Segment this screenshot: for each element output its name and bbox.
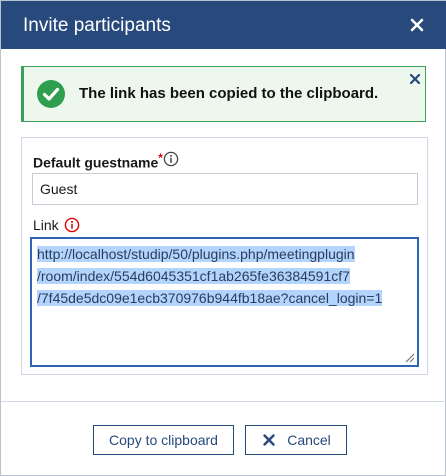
dialog-title: Invite participants — [23, 15, 171, 36]
copy-to-clipboard-button[interactable]: Copy to clipboard — [93, 425, 234, 455]
cancel-button[interactable]: Cancel — [245, 425, 347, 455]
link-line-1: http://localhost/studip/50/plugins.php/m… — [37, 246, 355, 262]
x-icon — [263, 434, 275, 446]
guestname-input[interactable] — [32, 173, 418, 205]
check-circle-icon — [37, 80, 65, 108]
link-textarea[interactable]: http://localhost/studip/50/plugins.php/m… — [30, 237, 419, 367]
link-line-2: /room/index/554d6045351cf1ab265fe3638459… — [37, 268, 350, 284]
success-alert: The link has been copied to the clipboar… — [21, 66, 426, 122]
link-label: Link — [33, 217, 59, 233]
invite-form: Default guestname* Link http://localhost… — [21, 137, 428, 375]
info-warning-icon[interactable] — [64, 217, 80, 233]
alert-close-icon[interactable] — [407, 71, 423, 87]
cancel-button-label: Cancel — [287, 432, 331, 448]
invite-dialog: Invite participants The link has been co… — [0, 0, 446, 476]
guestname-label: Default guestname* — [33, 150, 163, 172]
alert-message: The link has been copied to the clipboar… — [79, 85, 379, 102]
dialog-titlebar: Invite participants — [1, 1, 446, 49]
footer-divider — [1, 401, 446, 402]
copy-button-label: Copy to clipboard — [109, 432, 218, 448]
close-icon[interactable] — [405, 13, 429, 37]
link-line-3: /7f45de5dc09e1ecb370976b944fb18ae?cancel… — [37, 290, 383, 306]
info-icon[interactable] — [163, 151, 179, 167]
resize-grip-icon[interactable] — [403, 351, 415, 363]
guestname-label-text: Default guestname — [33, 154, 159, 171]
